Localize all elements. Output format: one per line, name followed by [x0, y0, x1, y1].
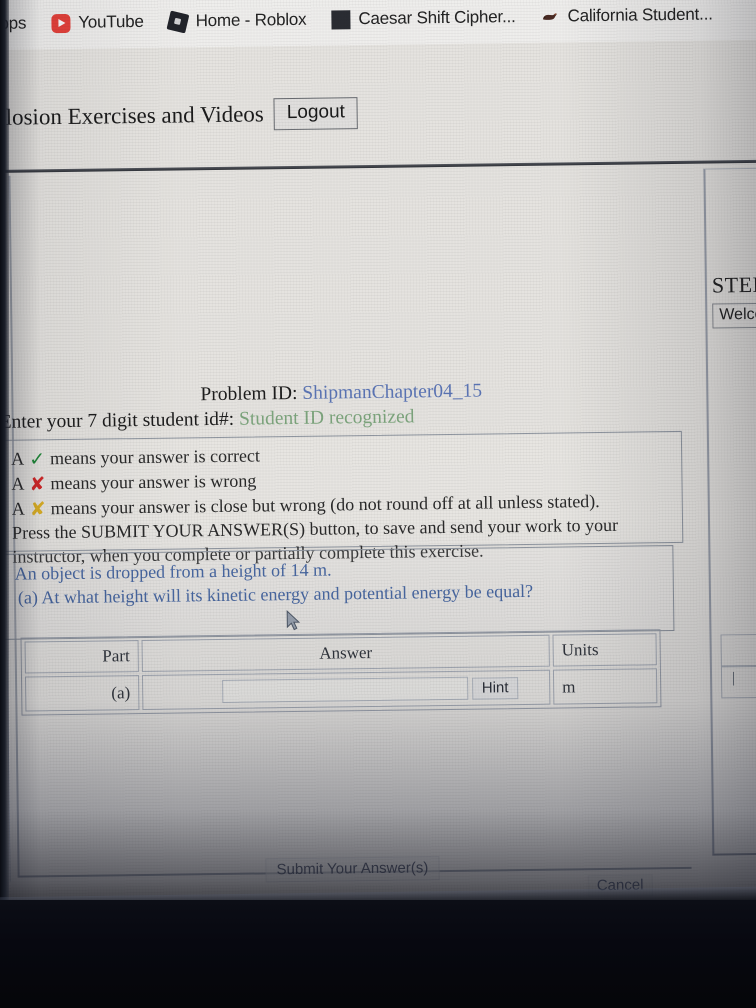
legend-prefix-close: A: [11, 498, 25, 519]
bookmark-caesar-cipher-label: Caesar Shift Cipher...: [358, 7, 516, 29]
youtube-icon: [51, 13, 71, 33]
legend-prefix-wrong: A: [11, 473, 25, 494]
right-panel-row-lower: [720, 665, 756, 699]
page-header: Mplosion Exercises and Videos Logout: [0, 92, 756, 134]
logout-button[interactable]: Logout: [273, 97, 359, 130]
row-part-label: (a): [24, 675, 140, 712]
right-panel-glyph: |: [731, 670, 736, 687]
bookmark-roblox-label: Home - Roblox: [195, 9, 307, 31]
bookmark-youtube-label: YouTube: [78, 11, 144, 32]
cross-close-icon: ✘: [29, 498, 46, 521]
problem-id-value: ShipmanChapter04_15: [302, 380, 483, 404]
header-divider: [0, 159, 756, 174]
problem-meta: Problem ID: ShipmanChapter04_15 Enter yo…: [0, 377, 692, 436]
mouse-cursor: [286, 609, 301, 637]
table-row: (a) Hint m: [24, 668, 658, 712]
stem-panel: STEM Welcom: [712, 271, 756, 329]
table-header-row: Part Answer Units: [24, 633, 657, 674]
cross-icon: ✘: [29, 473, 46, 496]
bookmark-california-student-label: California Student...: [567, 4, 713, 26]
student-id-label: Enter your 7 digit student id#:: [0, 408, 235, 433]
student-id-status: Student ID recognized: [238, 406, 415, 430]
bookmark-roblox[interactable]: Home - Roblox: [159, 7, 315, 35]
screen-bezel-left: [0, 0, 9, 910]
problem-id-label: Problem ID:: [200, 382, 298, 406]
column-header-units: Units: [552, 633, 657, 667]
answer-cell-inner: Hint: [151, 676, 541, 704]
photographed-screen: pps YouTube Home - Roblox Caesar Shift C…: [0, 0, 756, 1008]
hint-button[interactable]: Hint: [471, 676, 519, 700]
bear-icon: [540, 7, 559, 26]
answer-input[interactable]: [221, 676, 468, 703]
legend-wrong-text: means your answer is wrong: [50, 470, 257, 494]
stem-welcome-button[interactable]: Welcom: [712, 302, 756, 329]
row-units-label: m: [552, 668, 658, 705]
column-header-answer: Answer: [141, 634, 550, 673]
legend-box: A ✓ means your answer is correct A ✘ mea…: [0, 430, 684, 567]
stem-title: STEM: [711, 271, 756, 298]
roblox-icon: [166, 10, 190, 33]
legend-prefix-correct: A: [11, 448, 25, 469]
monitor-screen: pps YouTube Home - Roblox Caesar Shift C…: [0, 0, 756, 910]
document-icon: [331, 9, 351, 29]
problem-statement-box: An object is dropped from a height of 14…: [1, 545, 675, 640]
screen-bezel-bottom: [0, 900, 756, 1008]
checkmark-icon: ✓: [29, 448, 46, 471]
legend-correct-text: means your answer is correct: [49, 445, 261, 469]
column-header-part: Part: [24, 640, 139, 674]
bookmark-caesar-cipher[interactable]: Caesar Shift Cipher...: [322, 4, 525, 33]
bookmark-california-student[interactable]: California Student...: [531, 1, 721, 29]
row-answer-cell: Hint: [141, 669, 551, 711]
bookmark-youtube[interactable]: YouTube: [42, 9, 153, 36]
submit-answers-button[interactable]: Submit Your Answer(s): [265, 856, 440, 883]
right-side-panel: [703, 167, 756, 856]
page-title: Mplosion Exercises and Videos: [0, 101, 264, 131]
bookmarks-bar: pps YouTube Home - Roblox Caesar Shift C…: [0, 0, 756, 50]
right-panel-row-upper: [720, 633, 756, 667]
answer-table: Part Answer Units (a) Hint m: [20, 629, 662, 716]
